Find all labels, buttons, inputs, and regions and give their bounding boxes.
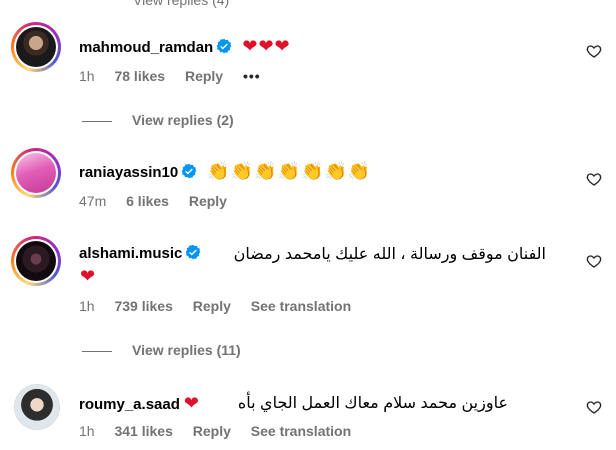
- see-translation-button[interactable]: See translation: [251, 298, 351, 314]
- comment-time: 47m: [79, 193, 107, 209]
- profile-photo: [15, 385, 59, 429]
- avatar-roumy-a-saad[interactable]: [14, 384, 60, 430]
- likes-count[interactable]: 78 likes: [114, 68, 165, 84]
- view-replies-link-partial[interactable]: View replies (4): [133, 0, 229, 8]
- profile-photo: [16, 153, 56, 193]
- heart-outline-icon[interactable]: [586, 43, 602, 59]
- reply-button[interactable]: Reply: [189, 193, 227, 209]
- comment-username[interactable]: mahmoud_ramdan ❤❤❤: [79, 36, 291, 57]
- comment-emoji: ❤: [80, 266, 97, 287]
- profile-photo: [16, 241, 56, 281]
- view-replies-button[interactable]: View replies (2): [82, 112, 234, 128]
- verified-badge-icon: [216, 38, 232, 54]
- view-replies-button[interactable]: View replies (11): [82, 342, 241, 358]
- divider-line: [82, 120, 112, 122]
- verified-badge-icon: [181, 163, 197, 179]
- comment-text: ❤❤❤: [242, 36, 291, 57]
- heart-outline-icon[interactable]: [586, 399, 602, 415]
- likes-count[interactable]: 739 likes: [114, 298, 172, 314]
- comment-meta: 1h 739 likes Reply See translation: [79, 298, 367, 314]
- comment-time: 1h: [79, 423, 95, 439]
- comment-meta: 1h 78 likes Reply •••: [79, 68, 277, 84]
- divider-line: [82, 350, 112, 352]
- comment-username[interactable]: roumy_a.saad ❤: [79, 393, 200, 414]
- heart-outline-icon[interactable]: [586, 253, 602, 269]
- comment-meta: 1h 341 likes Reply See translation: [79, 423, 367, 439]
- reply-button[interactable]: Reply: [185, 68, 223, 84]
- comment-text: عاوزين محمد سلام معاك العمل الجاي بأه: [237, 395, 508, 412]
- heart-outline-icon[interactable]: [586, 171, 602, 187]
- more-options-icon[interactable]: •••: [243, 68, 261, 84]
- comment-username[interactable]: alshami.music: [79, 244, 201, 262]
- comment-text: 👏👏👏👏👏👏👏: [207, 161, 372, 182]
- comment-text: الفنان موقف ورسالة ، الله عليك يامحمد رم…: [233, 246, 546, 263]
- reply-button[interactable]: Reply: [193, 298, 231, 314]
- avatar-alshami-music[interactable]: [11, 236, 61, 286]
- verified-badge-icon: [186, 244, 201, 260]
- profile-photo: [16, 27, 56, 67]
- avatar-raniayassin10[interactable]: [11, 148, 61, 198]
- likes-count[interactable]: 341 likes: [114, 423, 172, 439]
- comment-username[interactable]: raniayassin10 👏👏👏👏👏👏👏: [79, 161, 371, 182]
- see-translation-button[interactable]: See translation: [251, 423, 351, 439]
- avatar-mahmoud-ramdan[interactable]: [11, 22, 61, 72]
- comment-time: 1h: [79, 68, 95, 84]
- likes-count[interactable]: 6 likes: [126, 193, 169, 209]
- reply-button[interactable]: Reply: [193, 423, 231, 439]
- comment-meta: 47m 6 likes Reply: [79, 193, 243, 209]
- comment-time: 1h: [79, 298, 95, 314]
- comment-emoji: ❤: [183, 393, 200, 414]
